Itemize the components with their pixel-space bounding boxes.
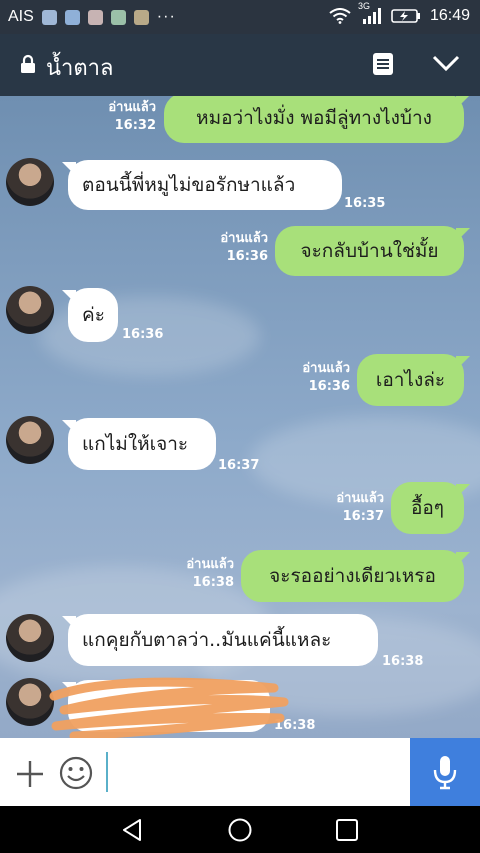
status-time: 16:49 xyxy=(429,7,470,24)
chevron-down-icon[interactable] xyxy=(432,54,460,72)
system-nav-bar xyxy=(0,806,480,853)
emoji-icon[interactable] xyxy=(58,755,94,791)
shield-app-icon xyxy=(64,9,80,25)
message-input-field[interactable] xyxy=(106,752,108,792)
message-bubble[interactable]: อื้อๆ xyxy=(391,482,464,534)
message-time: 16:36 xyxy=(308,379,350,394)
message-meta: อ่านแล้ว 16:36 xyxy=(288,360,350,396)
message-meta: อ่านแล้ว 16:37 xyxy=(322,490,384,526)
message-bubble[interactable]: เอาไงล่ะ xyxy=(357,354,464,406)
message-time: 16:32 xyxy=(114,118,156,133)
message-meta: อ่านแล้ว 16:36 xyxy=(206,230,268,266)
message-bubble[interactable]: ตอนนี้พี่หมูไม่ขอรักษาแล้ว xyxy=(68,160,342,210)
avatar[interactable] xyxy=(6,158,54,206)
microphone-icon xyxy=(433,756,457,790)
chat-title: น้ำตาล xyxy=(46,56,114,81)
message-bubble[interactable]: จะกลับบ้านใช่มั้ย xyxy=(275,226,464,276)
message-meta: อ่านแล้ว 16:38 xyxy=(172,556,234,592)
avatar[interactable] xyxy=(6,614,54,662)
carrier-label: AIS xyxy=(8,8,34,25)
microphone-button[interactable] xyxy=(410,738,480,806)
chat-header: น้ำตาล xyxy=(0,34,480,96)
memo-icon[interactable] xyxy=(372,52,394,76)
recents-icon[interactable] xyxy=(334,817,360,843)
home-icon[interactable] xyxy=(227,817,253,843)
lock-icon xyxy=(21,54,35,73)
signal-icon: 3G xyxy=(358,1,382,25)
read-receipt: อ่านแล้ว xyxy=(336,491,384,506)
message-bubble[interactable]: แกคุยกับตาลว่า..มันแค่นี้แหละ xyxy=(68,614,378,666)
read-receipt: อ่านแล้ว xyxy=(108,100,156,115)
gallery-notification-icon xyxy=(110,9,126,25)
avatar[interactable] xyxy=(6,286,54,334)
message-time: 16:35 xyxy=(344,196,386,211)
message-time: 16:38 xyxy=(382,654,424,669)
read-receipt: อ่านแล้ว xyxy=(220,231,268,246)
message-time: 16:38 xyxy=(192,575,234,590)
read-receipt: อ่านแล้ว xyxy=(186,557,234,572)
message-input-bar xyxy=(0,738,480,806)
chat-area[interactable]: หมอว่าไงมั่ง พอมีลู่ทางไงบ้าง อ่านแล้ว 1… xyxy=(0,96,480,738)
battery-charging-icon xyxy=(391,9,420,23)
more-notifications-icon: ··· xyxy=(156,8,176,25)
message-time: 16:36 xyxy=(226,249,268,264)
message-bubble[interactable]: แกไม่ให้เจาะ xyxy=(68,418,216,470)
status-bar: AIS ··· 3G 16:49 xyxy=(0,0,480,34)
plus-icon[interactable] xyxy=(14,758,46,790)
message-time: 16:37 xyxy=(342,509,384,524)
read-receipt: อ่านแล้ว xyxy=(302,361,350,376)
photo-notification-icon xyxy=(87,9,103,25)
message-meta: อ่านแล้ว 16:32 xyxy=(94,99,156,135)
message-bubble[interactable]: ค่ะ xyxy=(68,288,118,342)
message-bubble[interactable]: หมอว่าไงมั่ง พอมีลู่ทางไงบ้าง xyxy=(164,96,464,143)
avatar-notification-icon xyxy=(133,9,149,25)
health-app-icon xyxy=(41,9,57,25)
message-bubble[interactable]: จะรออย่างเดียวเหรอ xyxy=(241,550,464,602)
back-icon[interactable] xyxy=(120,817,146,843)
avatar[interactable] xyxy=(6,416,54,464)
message-time: 16:37 xyxy=(218,458,260,473)
redaction-scribble xyxy=(49,677,289,738)
message-time: 16:36 xyxy=(122,327,164,342)
wifi-icon xyxy=(329,8,351,24)
